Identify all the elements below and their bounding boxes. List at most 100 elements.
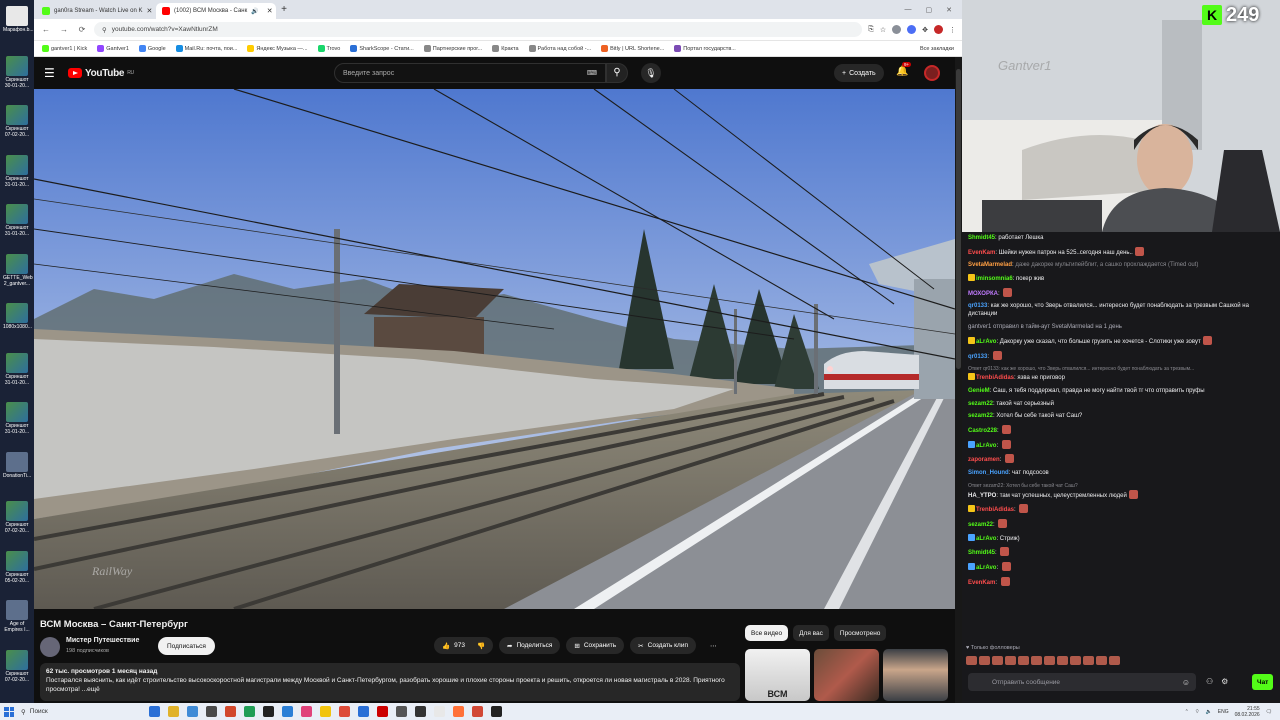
taskbar-app-icon[interactable] bbox=[434, 706, 445, 717]
chat-message[interactable]: EvenKam: bbox=[968, 576, 1274, 587]
bookmark-item[interactable]: Партнерские прог... bbox=[423, 45, 482, 52]
chat-message[interactable]: Ответ qr0133: как же хорошо, что Зверь о… bbox=[968, 365, 1274, 382]
chat-message[interactable]: Shmidt45: bbox=[968, 547, 1274, 557]
clip-button[interactable]: ✂ Создать клип bbox=[630, 637, 696, 654]
clock[interactable]: 21:55 08.02.2026 bbox=[1235, 706, 1260, 718]
chat-message[interactable]: Ответ sezam22: Хотел бы себе такой чат С… bbox=[968, 482, 1274, 500]
taskbar-app-icon[interactable] bbox=[339, 706, 350, 717]
windows-start-icon[interactable] bbox=[4, 706, 14, 717]
chat-username[interactable]: sezam22 bbox=[968, 522, 993, 528]
desktop-icon[interactable]: Марафон.b... bbox=[3, 6, 34, 33]
desktop-icon[interactable]: Скриншот 31-01-20... bbox=[3, 154, 31, 188]
chat-username[interactable]: aLrAvo bbox=[976, 443, 996, 449]
chip-watched[interactable]: Просмотрено bbox=[833, 625, 887, 641]
chat-username[interactable]: sezam22 bbox=[968, 401, 993, 407]
emote-icon[interactable] bbox=[1109, 656, 1120, 665]
taskbar-app-icon[interactable] bbox=[206, 706, 217, 717]
chat-message[interactable]: EvenKam: Шейки нужен патрон на 525..сего… bbox=[968, 246, 1274, 257]
channel-name[interactable]: Мистер Путешествие bbox=[66, 637, 139, 644]
extension-icon[interactable] bbox=[907, 25, 917, 34]
taskbar-app-icon[interactable] bbox=[377, 706, 388, 717]
chat-message[interactable]: qr0133: как же хорошо, что Зверь отвалил… bbox=[968, 302, 1274, 318]
all-bookmarks-button[interactable]: Все закладки bbox=[920, 46, 954, 52]
bookmark-item[interactable]: Bitly | URL Shortene... bbox=[601, 45, 664, 52]
save-button[interactable]: ⊞ Сохранить bbox=[566, 637, 625, 654]
bookmark-item[interactable]: Trovo bbox=[317, 45, 340, 52]
taskbar-app-icon[interactable] bbox=[225, 706, 236, 717]
extensions-puzzle-icon[interactable]: ✥ bbox=[922, 26, 928, 34]
reload-icon[interactable]: ⟳ bbox=[76, 25, 88, 34]
account-avatar[interactable] bbox=[924, 65, 940, 81]
extension-icon[interactable] bbox=[892, 25, 902, 34]
chat-send-button[interactable]: Чат bbox=[1252, 674, 1274, 690]
bookmark-item[interactable]: Mail.Ru: почта, пои... bbox=[175, 45, 237, 52]
chat-input[interactable]: Отправить сообщение ☺ bbox=[968, 673, 1196, 691]
site-info-icon[interactable]: ⚲ bbox=[102, 26, 107, 34]
taskbar-app-icon[interactable] bbox=[301, 706, 312, 717]
emote-icon[interactable] bbox=[966, 656, 977, 665]
network-icon[interactable]: ⌔ bbox=[1195, 709, 1200, 715]
scrollbar-thumb[interactable] bbox=[956, 69, 961, 369]
profile-avatar[interactable] bbox=[934, 25, 943, 34]
notifications-button[interactable]: 🔔 9+ bbox=[896, 62, 912, 77]
thumbs-down-icon[interactable]: 👎 bbox=[477, 642, 485, 650]
emote-icon[interactable] bbox=[992, 656, 1003, 665]
desktop-icon[interactable]: DonationTi... bbox=[3, 451, 31, 479]
bookmark-item[interactable]: Кракта bbox=[492, 45, 519, 52]
desktop-icon[interactable]: Скриншот 05-02-20... bbox=[3, 550, 31, 584]
chat-message[interactable]: sezam22: такой чат серьезный bbox=[968, 400, 1274, 408]
share-button[interactable]: ➦ Поделиться bbox=[499, 637, 561, 654]
close-tab-icon[interactable]: ✕ bbox=[147, 7, 153, 15]
emote-icon[interactable] bbox=[1096, 656, 1107, 665]
chat-message[interactable]: aLrAvo: Стриж) bbox=[968, 533, 1274, 543]
chat-message[interactable]: МОХОРКА: bbox=[968, 287, 1274, 298]
forward-icon[interactable]: → bbox=[58, 25, 70, 34]
more-actions-button[interactable]: ⋯ bbox=[702, 637, 725, 654]
desktop-icon[interactable]: Скриншот 30-01-20... bbox=[3, 55, 31, 89]
install-icon[interactable]: ⎘ bbox=[868, 26, 874, 34]
voice-search-button[interactable]: 🎙 bbox=[641, 63, 661, 83]
menu-dots-icon[interactable]: ⋮ bbox=[949, 26, 956, 34]
chat-message[interactable]: aLrAvo: bbox=[968, 562, 1274, 572]
emote-icon[interactable] bbox=[1070, 656, 1081, 665]
chat-message[interactable]: Shmidt45: работает Лешка bbox=[968, 234, 1274, 242]
chip-for-you[interactable]: Для вас bbox=[793, 625, 829, 641]
tray-expand-icon[interactable]: ⌃ bbox=[1185, 709, 1189, 715]
chat-username[interactable]: HA_YTPO bbox=[968, 493, 996, 499]
chat-username[interactable]: aLrAvo bbox=[976, 339, 996, 345]
desktop-icon[interactable]: 1080x1080... bbox=[3, 303, 32, 330]
page-scrollbar[interactable] bbox=[955, 57, 962, 703]
emote-icon[interactable] bbox=[1057, 656, 1068, 665]
chat-username[interactable]: EvenKam bbox=[968, 250, 995, 256]
chat-username[interactable]: qr0133 bbox=[968, 354, 987, 360]
chat-message[interactable]: aLrAvo: Дакорку уже сказал, что больше г… bbox=[968, 335, 1274, 346]
chat-username[interactable]: Shmidt45 bbox=[968, 235, 995, 241]
chip-all-videos[interactable]: Все видео bbox=[745, 625, 789, 641]
bookmark-item[interactable]: SharkScope - Стати... bbox=[350, 45, 414, 52]
chat-username[interactable]: sezam22 bbox=[968, 413, 993, 419]
chat-message[interactable]: zaporamen: bbox=[968, 454, 1274, 464]
youtube-logo[interactable]: YouTube RU bbox=[68, 68, 134, 79]
desktop-icon[interactable]: GETTE_Web 2_gantver... bbox=[3, 253, 33, 287]
chat-username[interactable]: SvetaMarmelad bbox=[968, 262, 1012, 268]
video-thumbnail[interactable] bbox=[883, 649, 948, 701]
chat-username[interactable]: Castro228 bbox=[968, 428, 997, 434]
video-description[interactable]: 62 тыс. просмотров 1 месяц назад Постара… bbox=[40, 663, 740, 701]
chat-username[interactable]: МОХОРКА bbox=[968, 291, 998, 297]
hamburger-menu-icon[interactable]: ☰ bbox=[44, 66, 58, 80]
desktop-icon[interactable]: Скриншот 31-01-20... bbox=[3, 352, 31, 386]
chat-message[interactable]: Castro228: bbox=[968, 424, 1274, 435]
taskbar-app-icon[interactable] bbox=[396, 706, 407, 717]
chat-username[interactable]: aLrAvo bbox=[976, 536, 996, 542]
chat-message[interactable]: sezam22: Хотел бы себе такой чат Саш? bbox=[968, 412, 1274, 420]
desktop-icon[interactable]: Age of Empires I... bbox=[3, 600, 31, 633]
maximize-icon[interactable]: ▢ bbox=[926, 6, 933, 14]
taskbar-search[interactable]: ⚲ Поиск bbox=[21, 708, 111, 716]
bookmark-item[interactable]: Яндекс Музыка —... bbox=[247, 45, 308, 52]
taskbar-app-icon[interactable] bbox=[149, 706, 160, 717]
settings-icon[interactable]: ⚙ bbox=[1221, 677, 1228, 686]
emoji-icon[interactable]: ☺ bbox=[1182, 678, 1190, 687]
bookmark-star-icon[interactable]: ☆ bbox=[880, 26, 886, 34]
chat-message[interactable]: gantver1 отправил в тайм-аут SvetaMarmel… bbox=[968, 323, 1274, 331]
search-button[interactable]: ⚲ bbox=[606, 63, 628, 83]
